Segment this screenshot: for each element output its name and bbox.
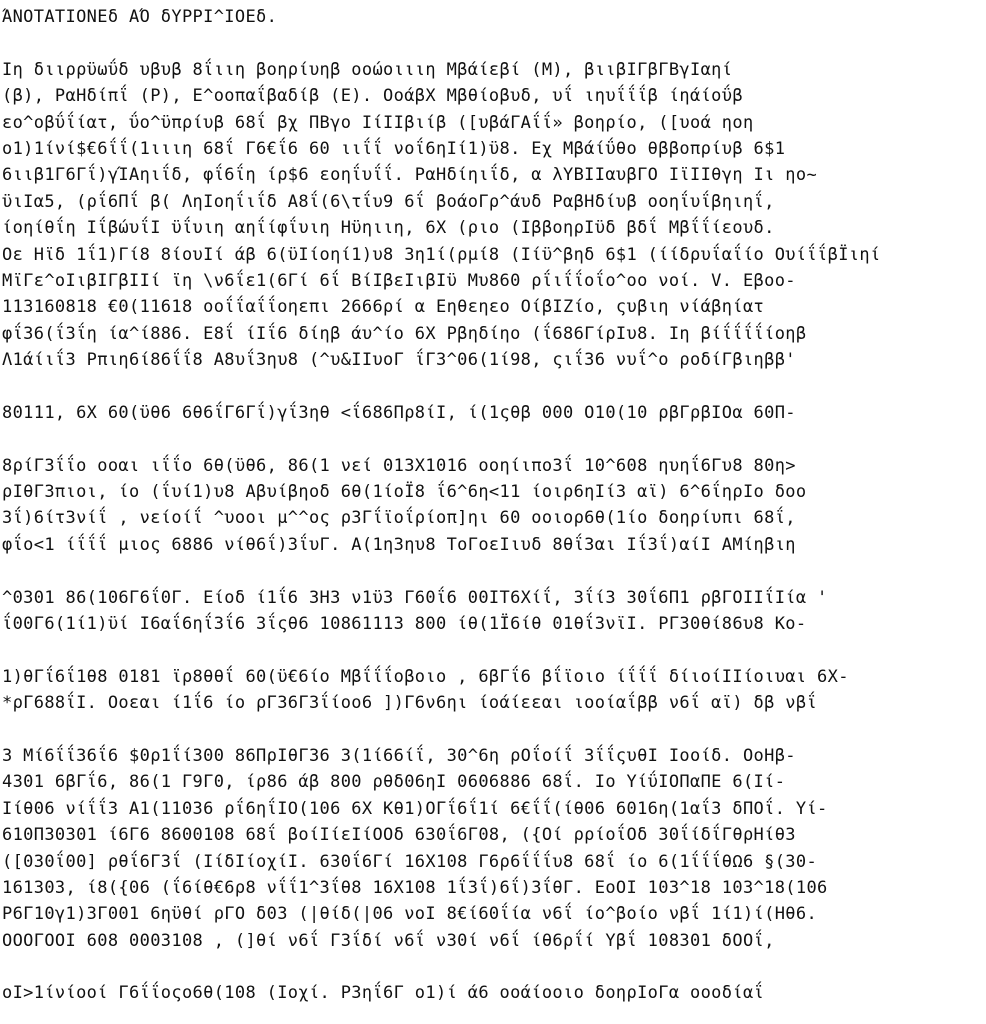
text-line: ([030ΐ00] ρθΐ6Γ3ΐ (ΙίδΙίοχίΙ. 630ΐ6Γί 16…	[2, 851, 818, 872]
text-line: 113160818 €0(11618 οοΐΐαΐΐοηεπι 2666ρί α…	[2, 297, 765, 318]
text-line: εο^οβΰΐίατ, ΰο^ϋπρίυβ 68ΐ βχ ΠΒγο ΙίΙΙβι…	[2, 112, 754, 133]
text-line: ΐ00Γ6(1ί1)ϋί Ι6αΐ6ηΐ3ΐ6 3ΐςθ6 10861113 8…	[2, 613, 807, 634]
text-line: 161303, ί8({06 (ΐ6ίθ€6ρ8 νΐΐ1^3ΐθ8 16Χ10…	[2, 877, 828, 898]
text-line: 3ΐ)6ίτ3νίΐ , νείοίΐ ^υοοι μ^^ος ρ3Γΐϊοΐρ…	[2, 508, 796, 529]
text-line: ϋιΙα5, (ρΐ6Πΐ β( ΛηΙοηΐιΐδ Α8ΐ(6\τΐυ9 6ΐ…	[2, 191, 775, 212]
text-line: 3 Μί6ΐΐ36ΐ6 $0ρ1ΐί300 86ΠρΙθΓ36 3(1ί66ίΐ…	[2, 745, 796, 766]
text-line: *ρΓ688ΐΙ. Οοεαι ί1ΐ6 ίο ρΓ36Γ3ΐίοο6 ])Γ6…	[2, 693, 818, 714]
text-line: 1)θΓΐ6ΐ1θ8 0181 ϊρ8θθΐ 60(ϋ€6ίο Μβΐΐΐοβο…	[2, 666, 849, 687]
text-line: 8ρίΓ3ΐΐο οοαι ιΐΐο 6θ(ϋθ6, 86(1 νεί 013Χ…	[2, 455, 796, 476]
text-line: ΟΟΟΓΟΟΙ 608 0003108 , (]θί ν6ΐ Γ3ΐδί ν6ΐ…	[2, 930, 775, 951]
text-line: 80111, 6Χ 60(ϋθ6 6θ6ΐΓ6Γΐ)γΐ3ηθ <ΐ686Πρ8…	[2, 402, 796, 423]
document-page: ΆΝΟΤΑΤΙΟΝΕδ ΑΌ δΥΡΡΙ^ΙΟΕδ. Ιη διιρρϋωΰδ υ…	[2, 4, 982, 1007]
text-line: Ιίθ06 νίΐΐ3 Α1(11036 ρΐ6ηΐΙΟ(106 6Χ Κθ1)…	[2, 798, 828, 819]
text-line: Ρ6Γ10γ1)3Γ001 6ηϋθί ρΓΟ δ03 (|θίδ(|06 νο…	[2, 904, 818, 925]
text-line: φΐο<1 ίΐΐΐ μιος 6886 νίθ6ΐ)3ΐυΓ. Α(1η3ηυ…	[2, 534, 796, 555]
document-heading: ΆΝΟΤΑΤΙΟΝΕδ ΑΌ δΥΡΡΙ^ΙΟΕδ.	[2, 7, 278, 27]
text-line: οΙ>1ίνίοοί Γ6ΐΐοςο6θ(108 (Ιοχί. Ρ3ηΐ6Γ ο…	[2, 983, 765, 1004]
text-line: φΐ36(ΐ3ΐη ία^ί886. Ε8ΐ ίΙΐ6 δίηβ άυ^ίο 6…	[2, 323, 807, 344]
text-line: Ιη διιρρϋωΰδ υβυβ 8ΐιιη βοηρίυηβ οοώοιιι…	[2, 59, 733, 80]
text-line: ρΙθΓ3πιοι, ίο (ΐυί1)υ8 Αβυίβηοδ 6θ(1ίοΪ8…	[2, 482, 807, 503]
text-line: (β), ΡαΗδίπΐ (Ρ), Ε^οοπαΐβαδίβ (Ε). Οοάβ…	[2, 86, 743, 107]
text-line: Οε Ηϊδ 1ΐ1)Γί8 8ίουΙί άβ 6(ϋΙίοηί1)υ8 3η…	[2, 244, 881, 265]
text-line: ^0301 86(106Γ6ΐ0Γ. Είοδ ί1ΐ6 3Η3 ν1ϋ3 Γ6…	[2, 587, 828, 608]
text-line: ίοηίθΐη ΙΐβώυΐΙ ϋΐυιη αηΐίφΐυιη Ηϋηιιη, …	[2, 218, 775, 239]
text-line: 610Π30301 ί6Γ6 8600108 68ΐ βοίΙίεΙίΟΟδ 6…	[2, 825, 796, 846]
text-line: Λ1άίιΐ3 Ρπιη6ί86ΐΐ8 Α8υΐ3ηυ8 (^υ&ΙΙυοΓ ΐ…	[2, 350, 796, 371]
text-line: ο1)1ίνί$€6ΐΐ(1ιιιη 68ΐ Γ6€ΐ6 60 ιιΐΐ νοΐ…	[2, 138, 786, 159]
text-line: ΜϊΓε^οΙιβΙΓβΙΙί ϊη \ν6ΐε1(6Γί 6ΐ ΒίΙβεΙι…	[2, 270, 796, 291]
text-line: 6ιιβ1Γ6Γΐ)γΊΑηιΐδ, φΐ6ΐη ίρ$6 εοηΐυΐΐ. Ρ…	[2, 165, 818, 186]
text-line: 4301 6βΓΐ6, 86(1 Γ9Γ0, ίρ86 άβ 800 ρθδ06…	[2, 772, 786, 793]
